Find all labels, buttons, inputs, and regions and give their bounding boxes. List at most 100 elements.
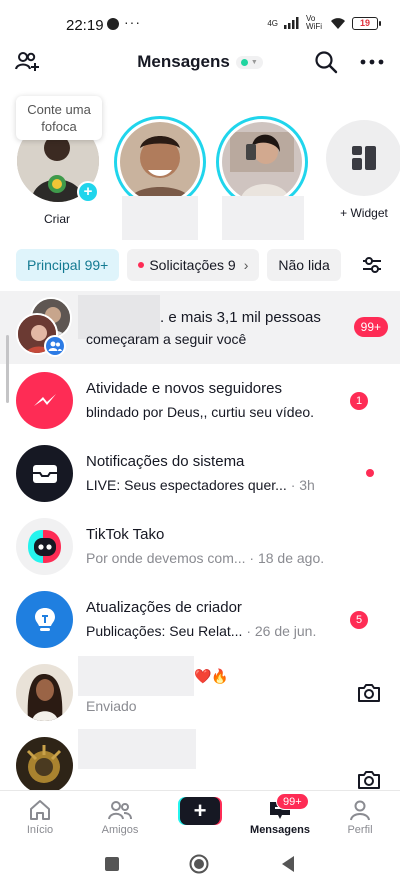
message-title: TikTok Tako	[86, 526, 165, 543]
tabs-fade	[340, 249, 362, 281]
page-title: Mensagens	[137, 52, 230, 71]
tab-principal[interactable]: Principal 99+	[16, 249, 120, 281]
list-item-new-followers[interactable]: . e mais 3,1 mil pessoas começaram a seg…	[0, 291, 400, 364]
nav-home[interactable]: Início	[5, 797, 75, 836]
unread-dot	[138, 262, 145, 268]
chevron-right-icon: ›	[243, 257, 249, 273]
hidden-name-block	[122, 196, 198, 240]
title-wrap[interactable]: Mensagens ▼	[0, 52, 400, 72]
hidden-name-block	[222, 196, 304, 240]
inbox-badge: 99+	[276, 793, 309, 810]
message-time: · 26 de jun.	[246, 623, 317, 639]
message-preview-wrap: Publicações: Seu Relat... · 26 de jun.	[86, 623, 316, 639]
system-nav-bar	[0, 842, 400, 888]
widget-icon	[352, 146, 376, 170]
lightning-icon	[33, 393, 56, 406]
message-list: . e mais 3,1 mil pessoas começaram a seg…	[0, 291, 400, 802]
nav-label: Amigos	[101, 824, 139, 836]
message-preview: blindado por Deus,, curtiu seu vídeo.	[86, 404, 315, 420]
header: Mensagens ▼	[0, 40, 400, 84]
list-item-chat-1[interactable]: ❤️🔥 Enviado	[0, 656, 400, 729]
nav-friends[interactable]: Amigos	[85, 797, 155, 836]
list-item-tiktok-tako[interactable]: TikTok Tako Por onde devemos com... · 18…	[0, 510, 400, 583]
stories-row: Conte uma fofoca + Criar + Widget	[0, 92, 400, 242]
create-label: Criar	[44, 212, 70, 226]
vowifi-label: Vo WiFi	[306, 14, 322, 31]
followers-icon	[44, 335, 66, 357]
message-time: · 18 de ago.	[249, 550, 325, 566]
unread-dot	[366, 469, 374, 477]
create-button[interactable]: +	[178, 797, 222, 825]
tab-solicitacoes[interactable]: Solicitações 9 ›	[127, 249, 260, 281]
message-preview-wrap: LIVE: Seus espectadores quer... · 3h	[86, 477, 315, 493]
nav-label: Mensagens	[250, 824, 310, 836]
story-avatar[interactable]	[216, 116, 308, 208]
message-preview-wrap: Por onde devemos com... · 18 de ago.	[86, 550, 324, 566]
home-button-icon[interactable]	[189, 854, 209, 874]
status-right-icons: 4G Vo WiFi 19	[267, 14, 381, 31]
tako-bot-icon	[27, 529, 61, 563]
add-story-icon[interactable]: +	[77, 181, 99, 203]
tab-label: Não lida	[278, 257, 330, 273]
hidden-name-block	[78, 656, 194, 696]
list-item-activity[interactable]: Atividade e novos seguidores blindado po…	[0, 364, 400, 437]
plus-icon: +	[180, 797, 220, 825]
hidden-name-block	[78, 729, 196, 769]
followers-avatar-stack	[16, 297, 76, 357]
message-preview: Por onde devemos com...	[86, 550, 246, 566]
tab-label: Principal 99+	[27, 257, 109, 273]
list-item-system-notifications[interactable]: Notificações do sistema LIVE: Seus espec…	[0, 437, 400, 510]
list-item-creator-updates[interactable]: Atualizações de criador Publicações: Seu…	[0, 583, 400, 656]
status-app-dot	[107, 18, 119, 30]
widget-button[interactable]	[326, 120, 400, 196]
recent-apps-icon[interactable]	[104, 856, 120, 872]
message-preview: começaram a seguir você	[86, 331, 247, 347]
create-story-tooltip[interactable]: Conte uma fofoca	[16, 96, 102, 140]
profile-icon	[325, 797, 395, 823]
network-label: 4G	[267, 18, 278, 28]
unread-count-badge: 1	[350, 392, 368, 410]
signal-icon	[284, 17, 299, 29]
story-widget[interactable]: + Widget	[322, 120, 400, 220]
avatar	[16, 737, 73, 794]
creator-avatar	[16, 591, 73, 648]
filter-icon[interactable]	[360, 253, 386, 279]
bottom-nav: Início Amigos + Mensagens 99+ Perfil	[0, 790, 400, 842]
nav-profile[interactable]: Perfil	[325, 797, 395, 836]
unread-count-badge: 99+	[353, 317, 388, 337]
message-title: . e mais 3,1 mil pessoas	[160, 309, 321, 326]
message-emoji: ❤️🔥	[194, 668, 229, 684]
chevron-down-icon: ▼	[250, 58, 258, 66]
lightbulb-icon	[34, 607, 55, 631]
status-time: 22:19	[66, 17, 104, 34]
message-preview: LIVE: Seus espectadores quer...	[86, 477, 287, 493]
message-time: · 3h	[290, 477, 315, 493]
message-title: Notificações do sistema	[86, 453, 245, 470]
activity-avatar	[16, 372, 73, 429]
nav-label: Início	[26, 824, 54, 836]
tab-nao-lidas[interactable]: Não lida	[267, 249, 341, 281]
story-friend-1[interactable]	[114, 116, 206, 208]
online-status-toggle[interactable]: ▼	[235, 55, 263, 69]
widget-label: + Widget	[340, 206, 388, 220]
system-avatar	[16, 445, 73, 502]
inbox-tray-icon	[32, 464, 57, 483]
online-dot	[240, 58, 248, 66]
story-avatar[interactable]	[114, 116, 206, 208]
message-title: Atividade e novos seguidores	[86, 380, 282, 397]
scrollbar[interactable]	[6, 335, 9, 403]
message-title: Atualizações de criador	[86, 599, 242, 616]
message-status: Enviado	[86, 698, 137, 714]
battery-icon: 19	[352, 16, 381, 30]
back-icon[interactable]	[280, 855, 296, 873]
tako-avatar	[16, 518, 73, 575]
more-options-icon[interactable]	[358, 48, 386, 76]
story-friend-2[interactable]	[216, 116, 308, 217]
status-more-icon: ···	[124, 14, 141, 30]
tab-label: Solicitações 9	[149, 257, 236, 273]
search-icon[interactable]	[312, 48, 340, 76]
avatar	[16, 664, 73, 721]
nav-label: Perfil	[347, 824, 373, 836]
unread-count-badge: 5	[350, 611, 368, 629]
camera-icon[interactable]	[356, 680, 382, 706]
